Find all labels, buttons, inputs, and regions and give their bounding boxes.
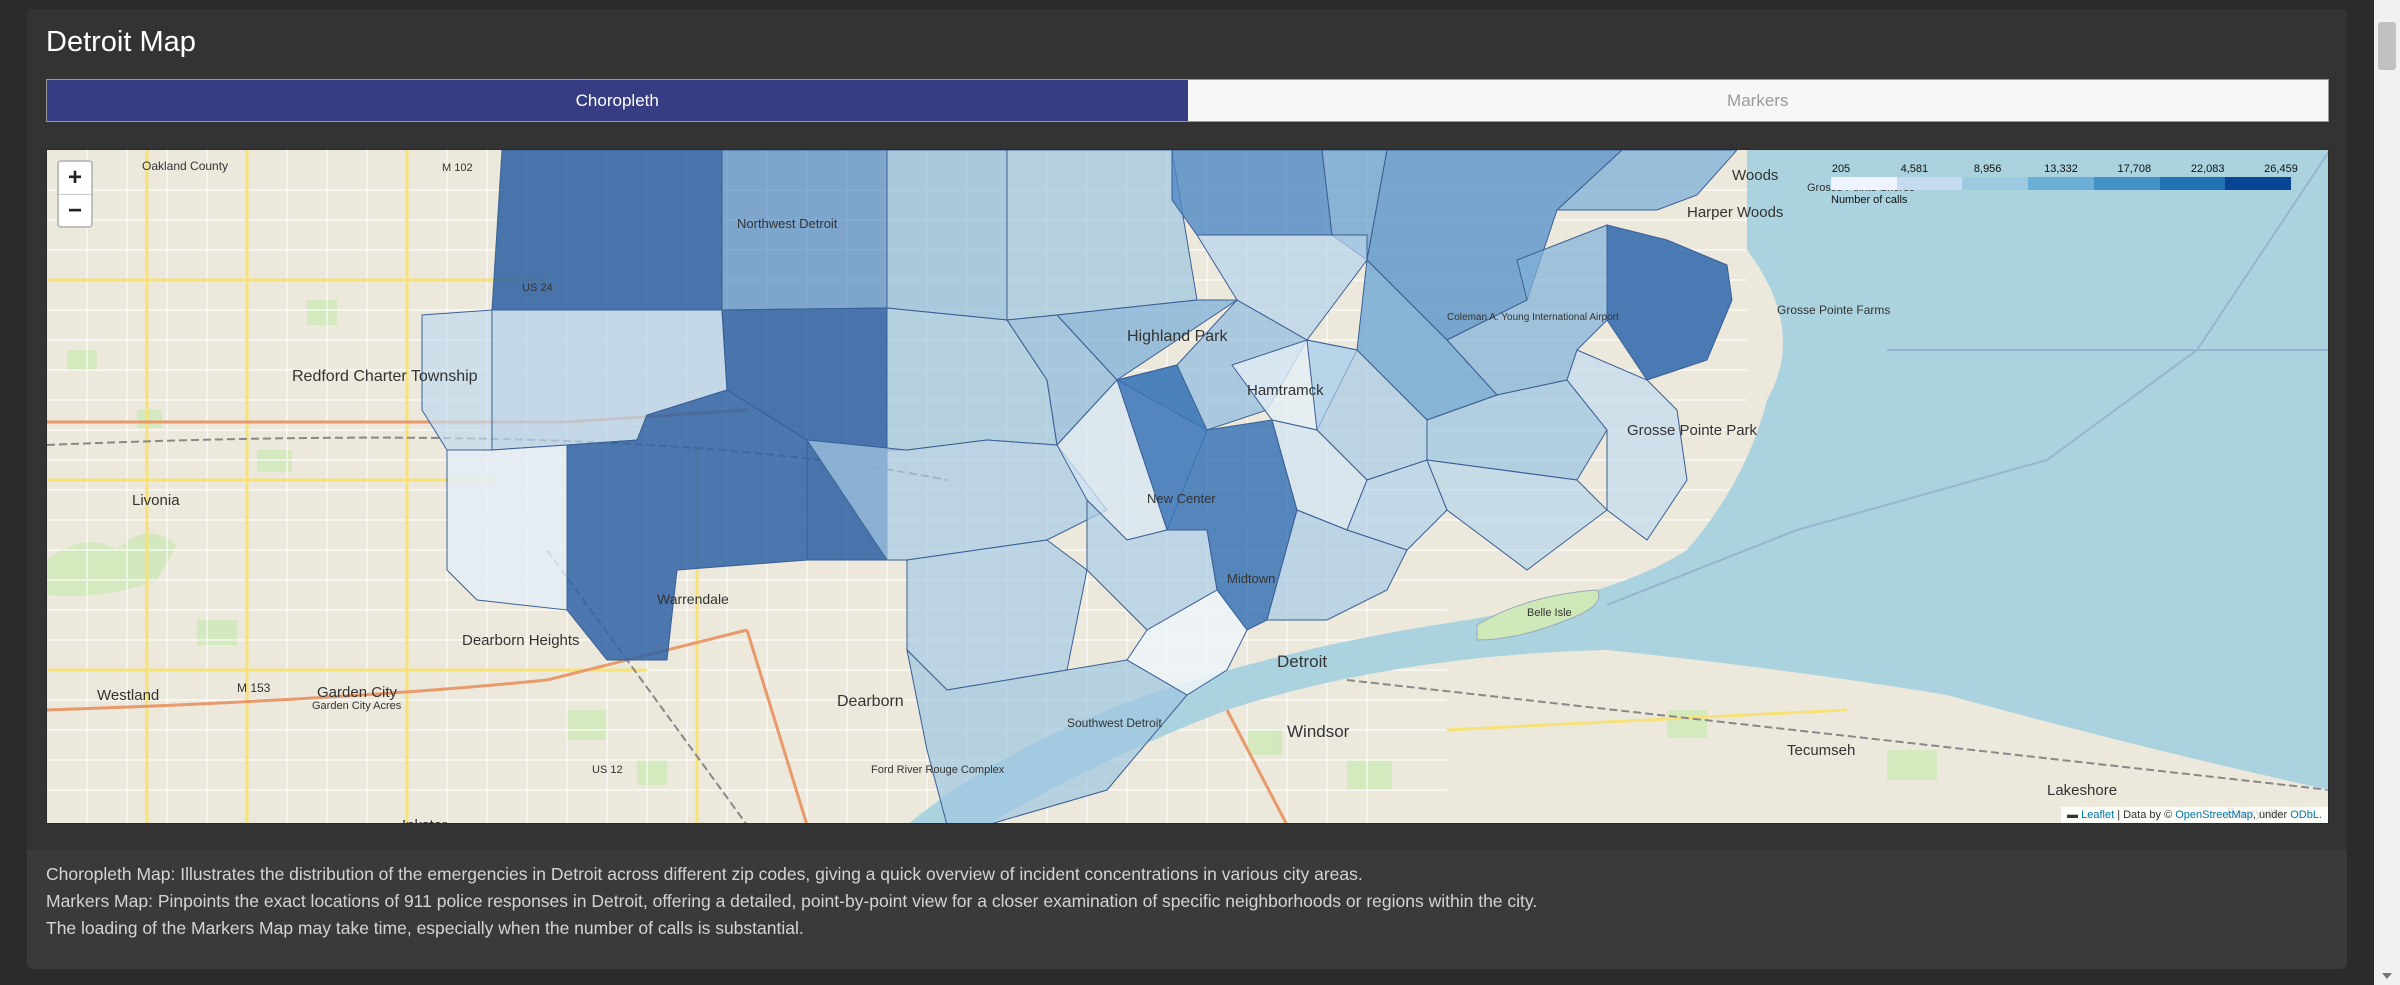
place-label: Detroit xyxy=(1277,652,1327,671)
place-label: Garden City Acres xyxy=(312,700,402,712)
osm-link[interactable]: OpenStreetMap xyxy=(2175,809,2253,821)
place-label: M 153 xyxy=(237,681,271,695)
zoom-control: + − xyxy=(57,160,93,228)
map-section: Detroit Map Choropleth Markers Oakland C… xyxy=(27,9,2347,850)
map-attribution: ▬ Leaflet | Data by © OpenStreetMap, und… xyxy=(2061,807,2328,823)
legend-color-swatch xyxy=(2159,177,2226,190)
place-label: Tecumseh xyxy=(1787,742,1855,759)
map-description: Choropleth Map: Illustrates the distribu… xyxy=(46,861,1537,942)
place-label: Windsor xyxy=(1287,722,1350,741)
leaflet-link[interactable]: Leaflet xyxy=(2081,809,2114,821)
place-label: Belle Isle xyxy=(1527,607,1572,619)
place-label: M 102 xyxy=(442,162,473,174)
attribution-under: , under xyxy=(2252,809,2288,821)
place-label: Livonia xyxy=(132,492,180,509)
place-label: Lakeshore xyxy=(2047,782,2117,799)
place-label: US 12 xyxy=(592,764,623,776)
legend-color-swatch xyxy=(2225,177,2292,190)
place-label: Garden City xyxy=(317,684,398,701)
place-label: Redford Charter Township xyxy=(292,368,478,385)
legend-tick-label: 17,708 xyxy=(2117,163,2152,175)
place-label: Inkster xyxy=(402,817,447,824)
place-label: Coleman A. Young International Airport xyxy=(1447,312,1619,323)
place-label: Ford River Rouge Complex xyxy=(871,764,1005,776)
place-label: Warrendale xyxy=(657,591,729,607)
place-label: Grosse Pointe Farms xyxy=(1777,303,1890,317)
page-title: Detroit Map xyxy=(46,26,196,58)
place-label: Woods xyxy=(1732,167,1778,184)
place-label: Harper Woods xyxy=(1687,204,1783,221)
note-loading: The loading of the Markers Map may take … xyxy=(46,918,804,938)
legend-caption: Number of calls xyxy=(1831,194,1908,206)
legend-tick-label: 13,332 xyxy=(2044,163,2078,175)
tab-choropleth[interactable]: Choropleth xyxy=(47,80,1188,121)
place-label: Dearborn Heights xyxy=(462,632,580,649)
choropleth-map[interactable]: Oakland CountyWoodsGrosse Pointe ShoresH… xyxy=(46,149,2329,824)
place-label: Southwest Detroit xyxy=(1067,716,1162,730)
legend-ticks: 205 4,581 8,956 13,332 17,708 22,083 26,459 xyxy=(1831,163,2301,175)
legend-tick-label: 4,581 xyxy=(1900,163,1929,175)
legend-tick-label: 8,956 xyxy=(1973,163,2002,175)
legend-tick-label: 26,459 xyxy=(2264,163,2298,175)
legend-tick-label: 22,083 xyxy=(2190,163,2225,175)
legend: 205 4,581 8,956 13,332 17,708 22,083 26,459 Nu… xyxy=(1831,160,2301,210)
legend-color-swatch xyxy=(2028,177,2094,190)
scroll-down-arrow-icon[interactable] xyxy=(2382,973,2392,979)
place-label: Midtown xyxy=(1227,571,1275,586)
note-markers: Markers Map: Pinpoints the exact locatio… xyxy=(46,891,1538,911)
place-label: Dearborn xyxy=(837,693,904,710)
leaflet-flag-icon: ▬ xyxy=(2067,809,2079,821)
page-scrollbar[interactable] xyxy=(2374,0,2400,985)
place-label: Oakland County xyxy=(142,159,228,173)
place-label: Hamtramck xyxy=(1247,382,1324,399)
legend-color-swatch xyxy=(1962,177,2029,190)
scroll-thumb[interactable] xyxy=(2378,22,2396,70)
place-label: Grosse Pointe Park xyxy=(1627,422,1758,439)
tab-markers[interactable]: Markers xyxy=(1187,80,2328,121)
note-choropleth: Choropleth Map: Illustrates the distribu… xyxy=(46,864,1363,884)
place-label: US 24 xyxy=(522,282,553,294)
odbl-link[interactable]: ODbL. xyxy=(2290,809,2322,821)
place-label: Highland Park xyxy=(1127,328,1229,345)
zoom-in-button[interactable]: + xyxy=(59,162,91,194)
legend-color-swatch xyxy=(1896,177,1963,190)
place-label: Northwest Detroit xyxy=(737,216,838,231)
place-label: New Center xyxy=(1147,491,1216,506)
zoom-out-button[interactable]: − xyxy=(59,194,91,226)
place-label: Westland xyxy=(97,687,159,704)
legend-tick-label: 205 xyxy=(1831,163,1851,175)
map-tiles: Oakland CountyWoodsGrosse Pointe ShoresH… xyxy=(47,150,2328,824)
legend-color-swatch xyxy=(1831,177,1897,190)
main-panel: Detroit Map Choropleth Markers Oakland C… xyxy=(27,9,2347,969)
legend-colorbar xyxy=(1831,177,2292,190)
attribution-data-by: | Data by © xyxy=(2117,809,2173,821)
legend-color-swatch xyxy=(2093,177,2160,190)
map-tabs: Choropleth Markers xyxy=(46,79,2329,122)
